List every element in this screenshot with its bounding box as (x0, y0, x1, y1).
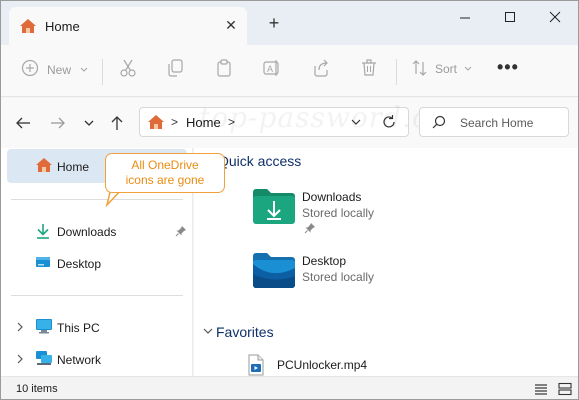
command-bar: New A Sort ••• (1, 45, 578, 97)
sidebar-item-label: This PC (57, 321, 100, 335)
title-bar: Home ✕ + (1, 1, 578, 45)
tab-home[interactable]: Home ✕ (9, 7, 247, 45)
pin-icon[interactable] (175, 225, 187, 240)
back-button[interactable] (14, 113, 34, 133)
chevron-right-icon[interactable] (15, 321, 25, 336)
desktop-icon (35, 254, 51, 273)
breadcrumb-home[interactable]: Home (186, 115, 221, 130)
item-name: Desktop (302, 254, 347, 268)
breadcrumb-separator[interactable]: > (228, 115, 235, 129)
maximize-button[interactable] (495, 7, 525, 29)
home-icon (147, 114, 165, 133)
status-bar: 10 items (1, 376, 578, 399)
item-count: 10 items (16, 383, 58, 395)
arrow-left-icon (16, 117, 30, 129)
callout-line: icons are gone (125, 173, 205, 187)
download-arrow-icon (35, 222, 51, 243)
new-button[interactable]: New (21, 59, 88, 83)
chevron-down-icon (464, 66, 472, 71)
desktop-folder-icon (252, 250, 296, 293)
details-view-icon[interactable] (534, 382, 548, 399)
close-window-button[interactable] (540, 7, 570, 29)
search-icon (432, 115, 446, 132)
share-button[interactable] (312, 58, 330, 82)
sidebar-item-label: Desktop (57, 257, 102, 271)
minimize-button[interactable] (450, 7, 480, 29)
rename-button[interactable]: A (262, 58, 282, 82)
new-tab-button[interactable]: + (263, 13, 285, 35)
search-box[interactable]: Search Home (419, 107, 569, 137)
cut-button[interactable] (119, 58, 137, 82)
home-icon (19, 18, 37, 37)
toolbar-divider (396, 59, 397, 85)
sort-label: Sort (435, 62, 458, 76)
quick-access-item[interactable]: Desktop Stored locally (252, 250, 452, 304)
favorites-header[interactable]: Favorites (216, 324, 274, 340)
sort-icon (412, 60, 427, 76)
quick-access-item[interactable]: Downloads Stored locally (252, 186, 452, 240)
sidebar-item-network[interactable]: Network (7, 342, 187, 376)
sidebar-item-label: Downloads (57, 225, 117, 239)
recent-locations-button[interactable] (79, 113, 99, 133)
close-tab-icon[interactable]: ✕ (222, 16, 240, 34)
network-icon (35, 350, 53, 369)
home-icon (35, 157, 53, 176)
chevron-right-icon[interactable] (15, 353, 25, 368)
navigation-bar: > Home > top-password.com Search Home (1, 98, 578, 148)
search-input[interactable]: Search Home (460, 116, 533, 130)
rename-icon: A (263, 60, 279, 76)
breadcrumb-separator[interactable]: > (171, 115, 178, 129)
address-dropdown-icon[interactable] (350, 116, 362, 131)
svg-text:A: A (267, 64, 273, 74)
chevron-down-icon[interactable] (202, 325, 214, 340)
computer-icon (35, 318, 53, 337)
tab-title: Home (45, 19, 80, 34)
downloads-folder-icon (252, 186, 296, 229)
sidebar-item-desktop[interactable]: Desktop (7, 246, 187, 280)
sidebar-item-label: Network (57, 353, 102, 367)
new-label: New (47, 63, 72, 77)
more-options-button[interactable]: ••• (497, 57, 519, 81)
item-name: PCUnlocker.mp4 (277, 358, 368, 372)
arrow-right-icon (51, 117, 65, 129)
quick-access-header[interactable]: Quick access (218, 153, 301, 169)
sort-button[interactable]: Sort (411, 58, 472, 82)
content-pane: Quick access Downloads Stored locally De… (194, 148, 578, 376)
up-button[interactable] (107, 113, 127, 133)
callout-line: All OneDrive (131, 158, 199, 172)
item-status: Stored locally (302, 270, 375, 284)
delete-button[interactable] (360, 58, 378, 82)
item-status: Stored locally (302, 206, 375, 220)
sidebar-item-this-pc[interactable]: This PC (7, 310, 187, 344)
sidebar-item-label: Home (57, 160, 90, 174)
toolbar-divider (102, 59, 103, 85)
arrow-up-icon (111, 116, 123, 130)
forward-button[interactable] (48, 113, 68, 133)
file-explorer-window: Home ✕ + New A Sort ••• > Home > Search … (0, 0, 579, 400)
paste-button[interactable] (215, 58, 233, 82)
favorite-item[interactable]: PCUnlocker.mp4 (247, 354, 447, 376)
sidebar-item-downloads[interactable]: Downloads (7, 214, 187, 248)
trash-icon (362, 59, 376, 76)
chevron-down-icon (80, 67, 88, 72)
scissors-icon (120, 59, 136, 77)
refresh-icon[interactable] (381, 114, 397, 133)
copy-button[interactable] (166, 58, 184, 82)
address-bar[interactable]: > Home > (139, 107, 409, 137)
pin-icon (304, 222, 316, 237)
chevron-down-icon (84, 120, 94, 126)
plus-circle-icon (21, 59, 39, 77)
share-icon (314, 59, 328, 77)
annotation-callout: All OneDrive icons are gone (105, 153, 225, 193)
divider (11, 199, 183, 200)
tiles-view-icon[interactable] (558, 382, 572, 399)
divider (11, 295, 183, 296)
clipboard-icon (217, 59, 231, 77)
copy-icon (168, 59, 183, 77)
item-name: Downloads (302, 190, 362, 204)
